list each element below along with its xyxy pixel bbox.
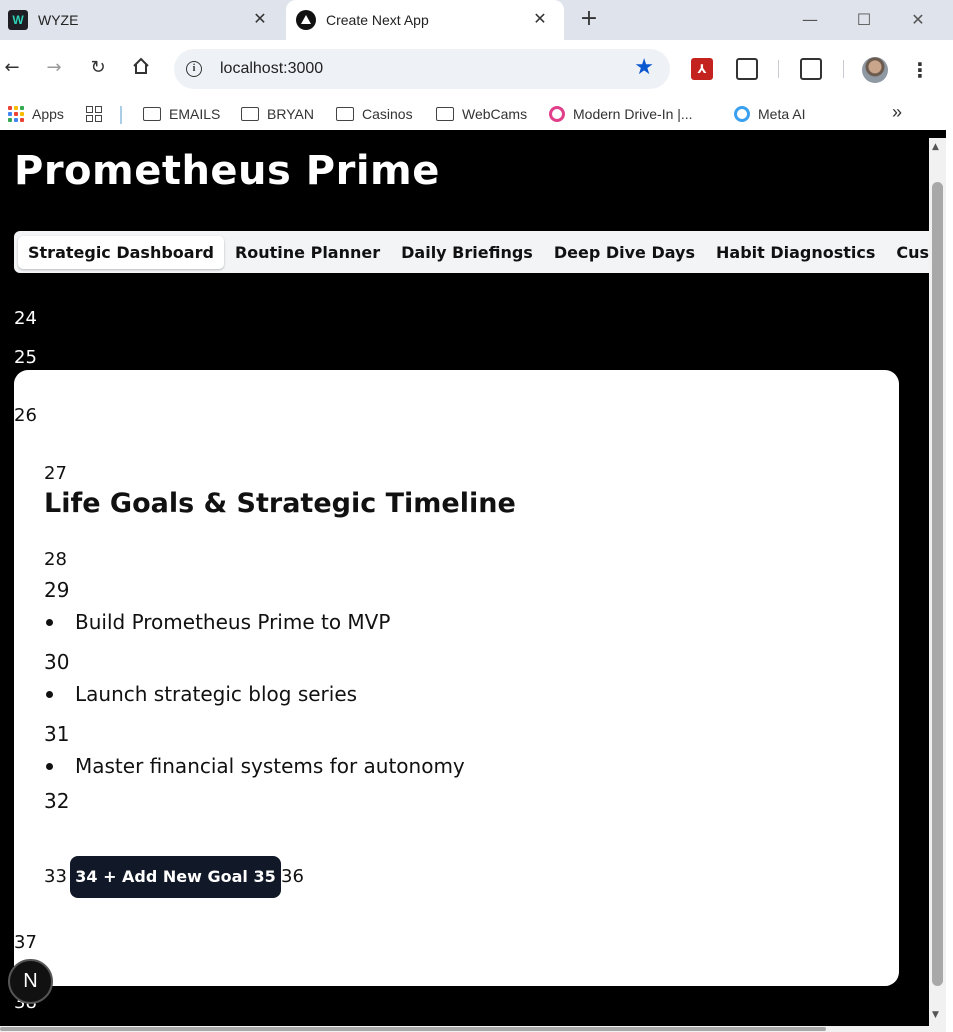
- apps-grid-icon: [8, 106, 24, 122]
- line-number: 29: [44, 578, 70, 602]
- tab-groups-button[interactable]: [86, 104, 112, 124]
- close-icon[interactable]: ✕: [250, 10, 270, 30]
- bookmark-label: Meta AI: [758, 106, 806, 122]
- goal-list-item: Build Prometheus Prime to MVP: [44, 610, 390, 634]
- bullet-icon: [46, 618, 53, 626]
- tab-title: WYZE: [38, 12, 79, 28]
- bookmark-label: EMAILS: [169, 106, 221, 122]
- back-icon[interactable]: ←: [0, 56, 24, 80]
- bookmark-star-icon[interactable]: ★: [634, 57, 654, 79]
- add-new-goal-button[interactable]: 34 + Add New Goal 35: [70, 856, 281, 898]
- reload-icon[interactable]: ↻: [86, 56, 110, 80]
- app-title: Prometheus Prime: [14, 148, 440, 194]
- maximize-icon[interactable]: ☐: [850, 8, 878, 32]
- folder-icon: [241, 107, 259, 121]
- more-bookmarks-icon[interactable]: »: [892, 102, 902, 123]
- bookmark-meta-ai[interactable]: Meta AI: [734, 104, 805, 124]
- line-number: 25: [14, 347, 37, 368]
- toolbar-divider: [843, 60, 844, 78]
- search-tab-icon[interactable]: [800, 58, 822, 80]
- scroll-up-icon[interactable]: ▲: [932, 142, 939, 152]
- line-number: 36: [281, 866, 304, 887]
- folder-icon: [336, 107, 354, 121]
- close-icon[interactable]: ✕: [530, 10, 550, 30]
- goals-card: 26 27 Life Goals & Strategic Timeline 28…: [14, 370, 899, 986]
- browser-tab-wyze[interactable]: W WYZE ✕: [0, 0, 284, 40]
- tab-deep-dive-days[interactable]: Deep Dive Days: [544, 236, 705, 269]
- bookmark-label: WebCams: [462, 106, 528, 122]
- line-number: 30: [44, 650, 70, 674]
- bookmarks-bar: Apps EMAILS BRYAN Casinos WebCams Modern…: [0, 98, 946, 130]
- scrollbar-thumb[interactable]: [932, 182, 943, 986]
- goal-list-item: Master financial systems for autonomy: [44, 754, 465, 778]
- tab-habit-diagnostics[interactable]: Habit Diagnostics: [706, 236, 885, 269]
- goal-text: Launch strategic blog series: [75, 682, 358, 706]
- goal-text: Build Prometheus Prime to MVP: [75, 610, 391, 634]
- line-number: 27: [44, 463, 67, 484]
- bookmark-webcams[interactable]: WebCams: [436, 104, 527, 124]
- kebab-menu-icon[interactable]: ⋮: [910, 57, 930, 83]
- bookmark-label: Apps: [32, 106, 64, 122]
- url-text: localhost:3000: [220, 60, 324, 77]
- site-info-icon[interactable]: i: [186, 61, 202, 77]
- browser-toolbar: ← → ↻ i localhost:3000 ★ ⅄: [0, 40, 946, 98]
- bullet-icon: [46, 690, 53, 698]
- bookmark-emails[interactable]: EMAILS: [143, 104, 220, 124]
- minimize-icon[interactable]: —: [796, 8, 824, 32]
- bookmark-modern-drive-in[interactable]: Modern Drive-In |...: [549, 104, 693, 124]
- horizontal-scrollbar[interactable]: [0, 1026, 929, 1032]
- folder-icon: [143, 107, 161, 121]
- folder-icon: [436, 107, 454, 121]
- line-number: 37: [14, 932, 37, 953]
- extensions-puzzle-icon[interactable]: [736, 58, 758, 80]
- tab-custom-prompts[interactable]: Custom Prompts: [886, 236, 929, 269]
- horizontal-scrollbar-thumb[interactable]: [0, 1027, 826, 1031]
- nextjs-dev-tools-button[interactable]: N: [8, 959, 53, 1004]
- page-viewport: Prometheus Prime Strategic Dashboard Rou…: [0, 138, 929, 1032]
- browser-tab-strip: W WYZE ✕ Create Next App ✕ + — ☐ ✕: [0, 0, 953, 40]
- nextjs-logo-icon: [296, 10, 316, 30]
- goal-text: Master financial systems for autonomy: [75, 754, 465, 778]
- bullet-icon: [46, 762, 53, 770]
- scroll-down-icon[interactable]: ▼: [932, 1010, 939, 1020]
- line-number: 24: [14, 308, 37, 329]
- browser-tab-create-next-app[interactable]: Create Next App ✕: [286, 0, 564, 40]
- acrobat-extension-icon[interactable]: ⅄: [691, 58, 713, 80]
- bookmark-label: BRYAN: [267, 106, 314, 122]
- address-bar[interactable]: i localhost:3000 ★: [174, 49, 670, 89]
- line-number: 32: [44, 789, 70, 813]
- window-close-icon[interactable]: ✕: [904, 8, 932, 32]
- bookmark-label: Modern Drive-In |...: [573, 106, 693, 122]
- bookmark-apps[interactable]: Apps: [8, 104, 64, 124]
- tab-groups-icon: [86, 106, 104, 122]
- profile-avatar[interactable]: [862, 57, 888, 83]
- bookmark-casinos[interactable]: Casinos: [336, 104, 413, 124]
- tab-routine-planner[interactable]: Routine Planner: [225, 236, 390, 269]
- line-number: 31: [44, 722, 70, 746]
- wyze-logo-icon: W: [8, 10, 28, 30]
- section-title: Life Goals & Strategic Timeline: [44, 488, 516, 519]
- vertical-scrollbar[interactable]: ▲ ▼: [929, 138, 946, 1032]
- tab-strategic-dashboard[interactable]: Strategic Dashboard: [18, 235, 224, 269]
- bookmark-divider: [120, 106, 122, 124]
- home-icon[interactable]: [129, 56, 153, 80]
- toolbar-divider: [778, 60, 779, 78]
- new-tab-button[interactable]: +: [576, 6, 602, 32]
- line-number: 33: [44, 866, 67, 887]
- bookmark-bryan[interactable]: BRYAN: [241, 104, 314, 124]
- goal-list-item: Launch strategic blog series: [44, 682, 357, 706]
- meta-ai-icon: [734, 106, 750, 122]
- app-nav-tabs: Strategic Dashboard Routine Planner Dail…: [14, 231, 929, 273]
- tab-title: Create Next App: [326, 12, 429, 28]
- tab-daily-briefings[interactable]: Daily Briefings: [391, 236, 543, 269]
- window-edge: [946, 40, 953, 1032]
- forward-icon[interactable]: →: [42, 56, 66, 80]
- line-number: 28: [44, 549, 67, 570]
- line-number: 26: [14, 405, 37, 426]
- site-icon: [549, 106, 565, 122]
- bookmark-label: Casinos: [362, 106, 413, 122]
